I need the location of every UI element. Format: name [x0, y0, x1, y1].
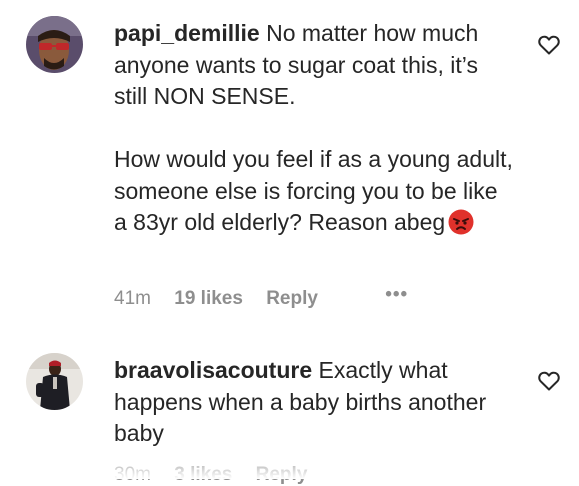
username-link[interactable]: braavolisacouture — [114, 357, 312, 383]
comment-meta: 41m 19 likes Reply ••• — [114, 284, 426, 310]
reply-button[interactable]: Reply — [266, 288, 318, 309]
comment-text: braavolisacouture Exactly what happens w… — [114, 355, 514, 450]
comment-paragraph: How would you feel if as a young adult, … — [114, 144, 514, 244]
heart-outline-icon[interactable] — [538, 35, 560, 55]
avatar[interactable] — [26, 353, 83, 410]
comment-paragraph: papi_demillie No matter how much anyone … — [114, 18, 514, 113]
scroll-fade-overlay — [0, 458, 579, 479]
more-options-icon[interactable]: ••• — [385, 284, 408, 305]
comment-time: 41m — [114, 288, 151, 309]
heart-outline-icon[interactable] — [538, 371, 560, 391]
comment-paragraph: braavolisacouture Exactly what happens w… — [114, 355, 514, 450]
comment-text: papi_demillie No matter how much anyone … — [114, 18, 514, 244]
angry-face-emoji-icon — [448, 209, 474, 244]
username-link[interactable]: papi_demillie — [114, 20, 260, 46]
likes-count[interactable]: 19 likes — [174, 288, 243, 309]
avatar[interactable] — [26, 16, 83, 73]
